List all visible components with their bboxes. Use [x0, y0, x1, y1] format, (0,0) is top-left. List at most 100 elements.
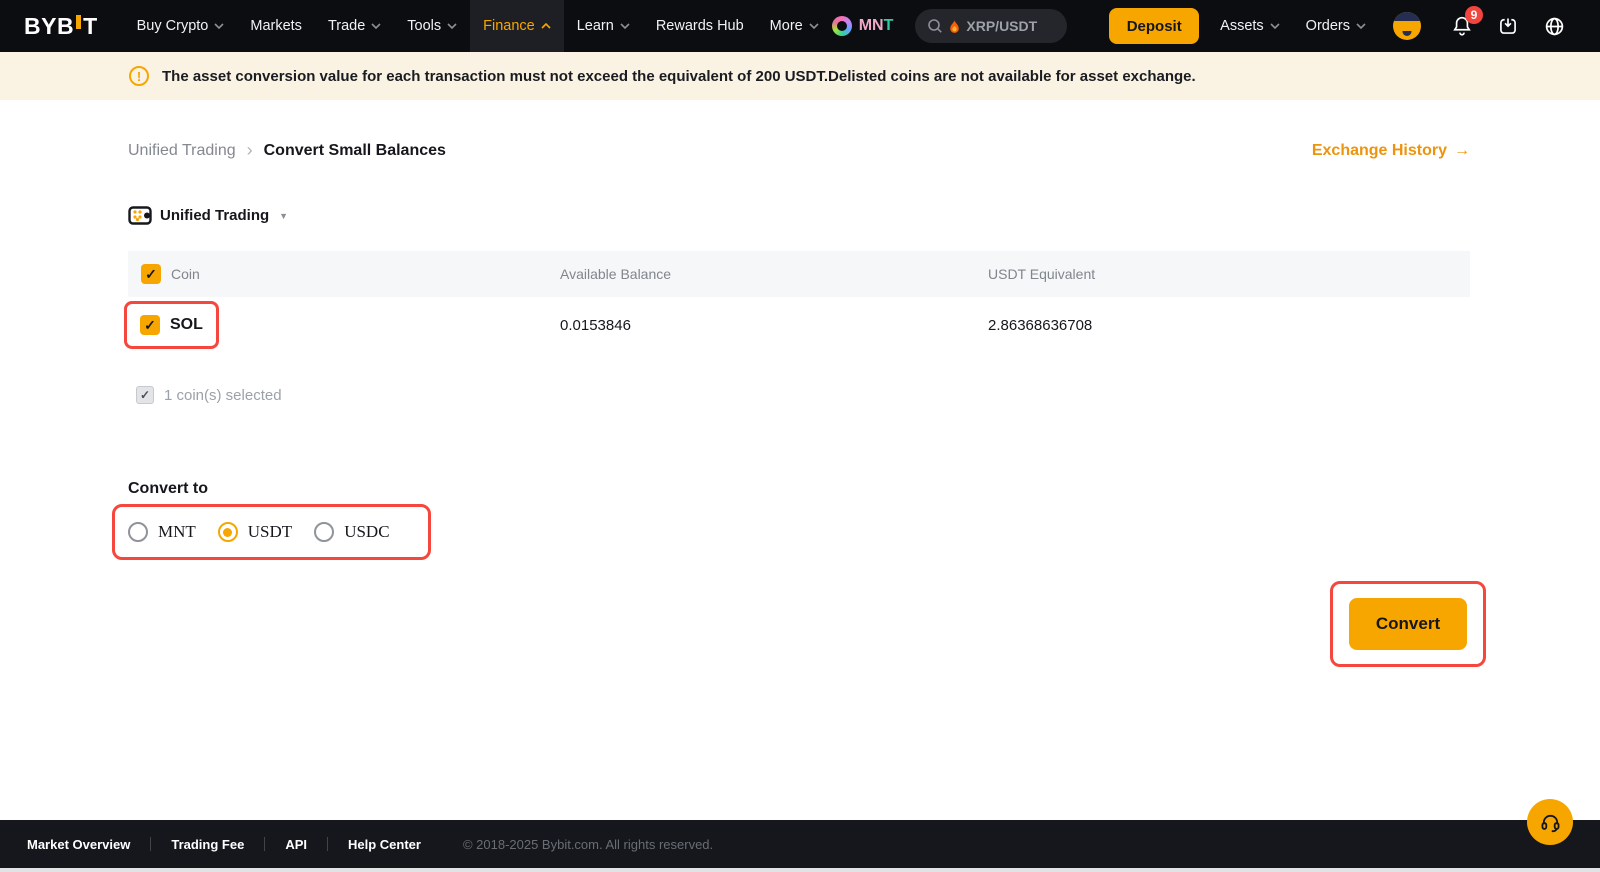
logo-text-left: BYB [24, 13, 74, 40]
notice-text: The asset conversion value for each tran… [162, 68, 1196, 85]
nav-item-label: Markets [250, 18, 302, 34]
chevron-down-icon [809, 23, 819, 29]
account-selector[interactable]: Unified Trading ▼ [128, 206, 1470, 225]
radio-circle[interactable] [128, 522, 148, 542]
highlight-box-convert-button: Convert [1330, 581, 1486, 667]
breadcrumb: Unified Trading › Convert Small Balances [128, 140, 446, 161]
mnt-label: MNT [859, 17, 894, 35]
usdt-equivalent-value: 2.86368636708 [988, 317, 1470, 334]
selection-summary: ✓ 1 coin(s) selected [136, 386, 1470, 404]
radio-label: USDT [248, 522, 292, 542]
summary-checkbox[interactable]: ✓ [136, 386, 154, 404]
globe-icon [1544, 16, 1565, 37]
radio-option-usdt[interactable]: USDT [218, 522, 292, 542]
nav-item-assets[interactable]: Assets [1207, 0, 1293, 52]
chevron-down-icon [371, 23, 381, 29]
nav-item-tools[interactable]: Tools [394, 0, 470, 52]
radio-circle[interactable] [314, 522, 334, 542]
chevron-down-icon [620, 23, 630, 29]
support-button[interactable] [1527, 799, 1573, 845]
nav-item-rewards-hub[interactable]: Rewards Hub [643, 0, 757, 52]
footer: Market Overview Trading Fee API Help Cen… [0, 820, 1600, 868]
notice-banner: ! The asset conversion value for each tr… [0, 52, 1600, 100]
avatar[interactable] [1393, 12, 1421, 40]
search-icon [927, 18, 943, 34]
headset-icon [1539, 811, 1562, 834]
balances-table: ✓ Coin Available Balance USDT Equivalent… [128, 251, 1470, 353]
footer-link-trading-fee[interactable]: Trading Fee [151, 837, 264, 852]
page-title: Convert Small Balances [264, 142, 446, 160]
nav-item-finance[interactable]: Finance [470, 0, 564, 52]
mnt-token-icon [832, 16, 852, 36]
account-icon [128, 206, 152, 225]
highlight-box-convert-to: MNT USDT USDC [112, 504, 431, 560]
main-content: Unified Trading › Convert Small Balances… [0, 100, 1600, 820]
nav-item-mnt-token[interactable]: MNT [832, 16, 894, 36]
nav-item-label: Buy Crypto [137, 18, 209, 34]
nav-item-label: Trade [328, 18, 365, 34]
nav-item-more[interactable]: More [757, 0, 832, 52]
footer-link-help-center[interactable]: Help Center [328, 837, 441, 852]
footer-link-api[interactable]: API [265, 837, 327, 852]
highlight-box-coin: ✓ SOL [124, 301, 219, 349]
warning-icon: ! [129, 66, 149, 86]
chevron-up-icon [541, 23, 551, 29]
fire-icon [948, 19, 961, 34]
nav-item-orders[interactable]: Orders [1293, 0, 1379, 52]
radio-option-mnt[interactable]: MNT [128, 522, 196, 542]
search-input[interactable] [966, 18, 1052, 34]
nav-item-label: More [770, 18, 803, 34]
chevron-down-icon [447, 23, 457, 29]
radio-label: MNT [158, 522, 196, 542]
chevron-down-icon [1270, 23, 1280, 29]
convert-button[interactable]: Convert [1349, 598, 1467, 650]
nav-item-label: Finance [483, 18, 535, 34]
select-all-checkbox[interactable]: ✓ [141, 264, 161, 284]
nav-item-learn[interactable]: Learn [564, 0, 643, 52]
account-selector-label: Unified Trading [160, 207, 269, 224]
radio-option-usdc[interactable]: USDC [314, 522, 389, 542]
arrow-right-icon: → [1454, 142, 1470, 160]
window-bottom-edge [0, 868, 1600, 872]
nav-item-label: Assets [1220, 18, 1264, 34]
chevron-down-icon [214, 23, 224, 29]
column-header-usdt-equivalent: USDT Equivalent [988, 266, 1470, 282]
breadcrumb-unified-trading[interactable]: Unified Trading [128, 142, 236, 160]
convert-to-section: Convert to MNT USDT USDC [128, 480, 1470, 560]
nav-item-label: Tools [407, 18, 441, 34]
logo-text-right: T [83, 13, 98, 40]
deposit-button[interactable]: Deposit [1109, 8, 1199, 44]
exchange-history-link[interactable]: Exchange History → [1312, 142, 1470, 160]
dropdown-caret-icon: ▼ [279, 211, 288, 221]
chevron-down-icon [1356, 23, 1366, 29]
column-header-coin: Coin [171, 266, 200, 282]
table-row: ✓ SOL 0.0153846 2.86368636708 [128, 297, 1470, 353]
notification-badge: 9 [1465, 6, 1483, 24]
available-balance-value: 0.0153846 [560, 317, 988, 334]
nav-item-label: Orders [1306, 18, 1350, 34]
summary-text: 1 coin(s) selected [164, 387, 282, 404]
radio-circle-selected[interactable] [218, 522, 238, 542]
copyright-text: © 2018-2025 Bybit.com. All rights reserv… [463, 837, 713, 852]
nav-item-markets[interactable]: Markets [237, 0, 315, 52]
radio-label: USDC [344, 522, 389, 542]
download-app-button[interactable] [1498, 16, 1518, 36]
chevron-right-icon: › [247, 140, 253, 161]
nav-item-buy-crypto[interactable]: Buy Crypto [124, 0, 238, 52]
bybit-logo[interactable]: BYB T [24, 13, 98, 40]
exchange-history-label: Exchange History [1312, 142, 1447, 160]
logo-accent-bar [76, 15, 81, 29]
footer-link-market-overview[interactable]: Market Overview [27, 837, 150, 852]
column-header-available-balance: Available Balance [560, 266, 988, 282]
nav-item-trade[interactable]: Trade [315, 0, 394, 52]
coin-row-checkbox[interactable]: ✓ [140, 315, 160, 335]
top-nav: BYB T Buy Crypto Markets Trade Tools Fina… [0, 0, 1600, 52]
convert-to-label: Convert to [128, 480, 1470, 498]
notifications-button[interactable]: 9 [1452, 15, 1472, 37]
coin-name: SOL [170, 316, 203, 334]
language-button[interactable] [1544, 16, 1565, 37]
nav-item-label: Rewards Hub [656, 18, 744, 34]
nav-item-label: Learn [577, 18, 614, 34]
download-icon [1498, 16, 1518, 36]
search-bar[interactable] [915, 9, 1067, 43]
